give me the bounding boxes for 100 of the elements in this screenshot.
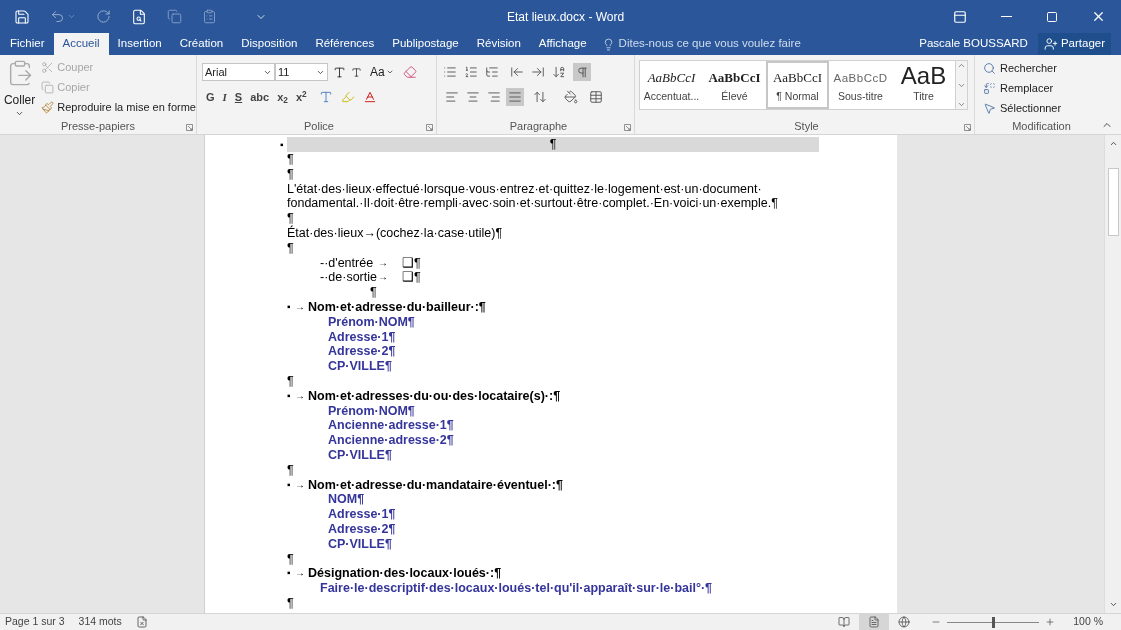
- user-name[interactable]: Pascale BOUSSARD: [919, 35, 1028, 53]
- ribbon-tab[interactable]: Publipostage: [383, 33, 468, 55]
- group-label: Police: [304, 118, 334, 134]
- undo-icon[interactable]: [50, 9, 65, 24]
- style-item[interactable]: AaBbCcD Sous-titre: [829, 61, 892, 109]
- scroll-thumb[interactable]: [1107, 168, 1119, 236]
- paragraph-text: État·des·lieux→(cochez·la·case·utile)¶: [287, 226, 503, 240]
- ribbon-tab[interactable]: Disposition: [232, 33, 307, 55]
- paragraph-text: Prénom·NOM¶: [328, 403, 415, 418]
- multilevel-list-icon[interactable]: [485, 65, 499, 79]
- paragraph-text: Adresse·2¶: [328, 521, 396, 536]
- zoom-slider[interactable]: [947, 616, 1040, 628]
- format-button[interactable]: x$^{2}$: [295, 89, 307, 106]
- list-bullet: ▪: [280, 138, 285, 152]
- dialog-launcher-icon[interactable]: [186, 124, 193, 131]
- font-color-icon[interactable]: [362, 90, 377, 105]
- paste-button[interactable]: Coller: [0, 59, 40, 118]
- clear-format-icon[interactable]: [402, 65, 417, 79]
- show-marks-button[interactable]: [573, 63, 591, 81]
- align-justify-icon: [508, 90, 522, 104]
- ribbon-tab[interactable]: Accueil: [53, 33, 109, 55]
- sort-icon[interactable]: [552, 65, 566, 79]
- page-count[interactable]: Page 1 sur 3: [5, 614, 65, 630]
- bullets-icon[interactable]: [443, 65, 457, 79]
- paragraph-text: ¶: [287, 462, 294, 477]
- ribbon-tab[interactable]: Création: [170, 33, 233, 55]
- zoom-in-icon[interactable]: [1045, 617, 1056, 627]
- numbering-icon[interactable]: [464, 65, 478, 79]
- align-center-icon: [466, 90, 480, 104]
- scroll-down-icon[interactable]: [1108, 600, 1118, 609]
- ribbon-tab[interactable]: Révision: [467, 33, 530, 55]
- print-preview-icon[interactable]: [131, 8, 147, 25]
- ribbon-tab[interactable]: Affichage: [529, 33, 596, 55]
- style-item[interactable]: AaB Titre: [892, 61, 955, 109]
- proofing-icon[interactable]: [135, 616, 148, 628]
- replace-icon: [983, 81, 996, 95]
- line-spacing-icon[interactable]: [533, 90, 547, 104]
- increase-indent-icon[interactable]: [531, 65, 545, 79]
- editing-button[interactable]: Remplacer: [983, 80, 1100, 96]
- vertical-scrollbar[interactable]: [1104, 135, 1121, 613]
- section-heading: Nom·et·adresses·du·ou·des·locataire(s)·:¶: [308, 388, 561, 404]
- tab-mark: →: [295, 477, 306, 492]
- scroll-up-icon[interactable]: [1108, 139, 1118, 148]
- decrease-indent-icon[interactable]: [510, 65, 524, 79]
- paragraph-text: CP·VILLE¶: [328, 536, 392, 551]
- word-count[interactable]: 314 mots: [78, 614, 122, 630]
- ribbon-tab[interactable]: Références: [306, 33, 384, 55]
- ribbon-tab[interactable]: Insertion: [108, 33, 171, 55]
- view-button[interactable]: [859, 614, 890, 630]
- group-label: Presse-papiers: [61, 118, 135, 134]
- clipboard-action[interactable]: Reproduire la mise en forme: [41, 99, 196, 116]
- scroll-up-icon: [957, 61, 966, 70]
- format-button[interactable]: S: [234, 89, 243, 106]
- dropdown-caret-icon[interactable]: [67, 12, 76, 21]
- style-item[interactable]: AaBbCcI Élevé: [703, 61, 766, 109]
- paragraph-text: ¶: [287, 240, 294, 255]
- gallery-scroll[interactable]: [956, 60, 968, 110]
- zoom-percent[interactable]: 100 %: [1073, 614, 1103, 630]
- shading-icon[interactable]: [564, 90, 578, 104]
- style-item[interactable]: AaBbCcI Accentuat...: [640, 61, 703, 109]
- dialog-launcher-icon[interactable]: [624, 124, 631, 131]
- change-case-button[interactable]: Aa: [370, 63, 394, 81]
- paragraph-text: fondamental.·Il·doit·être·rempli·avec·soin·et·surtout·être·complet.·En·voici·un·exemple.¶: [287, 196, 778, 211]
- style-item[interactable]: AaBbCcI ¶ Normal: [766, 61, 829, 109]
- caret-icon: [15, 109, 25, 118]
- format-button[interactable]: abc: [250, 89, 270, 106]
- align-left-icon: [445, 90, 459, 104]
- tell-me-field[interactable]: Dites-nous ce que vous voulez faire: [601, 33, 801, 55]
- book-icon: [838, 616, 851, 628]
- paragraph-text: Prénom·NOM¶: [328, 314, 415, 329]
- paragraph-text: CP·VILLE¶: [328, 447, 392, 462]
- borders-icon[interactable]: [589, 90, 603, 104]
- list-bullet: ▪: [287, 299, 292, 314]
- editing-button[interactable]: Sélectionner: [983, 100, 1100, 116]
- format-button[interactable]: I: [222, 89, 227, 106]
- font-size-field[interactable]: 11: [275, 63, 328, 81]
- grow-font-icon[interactable]: [333, 65, 346, 79]
- font-name-field[interactable]: Arial: [202, 63, 275, 81]
- scissors-icon: [41, 61, 55, 74]
- paragraph-text: ¶: [287, 166, 294, 181]
- share-button[interactable]: Partager: [1037, 33, 1111, 55]
- align-button[interactable]: [506, 88, 524, 106]
- format-button[interactable]: G: [206, 89, 215, 106]
- paragraph-text: Adresse·2¶: [328, 344, 396, 359]
- paragraph-text: CP·VILLE¶: [328, 359, 392, 374]
- dialog-launcher-icon[interactable]: [426, 124, 433, 131]
- text-effects-icon[interactable]: [318, 90, 333, 105]
- dialog-launcher-icon[interactable]: [964, 124, 971, 131]
- group-label: Paragraphe: [509, 118, 568, 134]
- shrink-font-icon[interactable]: [351, 66, 362, 78]
- page-icon: [868, 616, 881, 628]
- minimize-icon: [1000, 16, 1012, 17]
- paragraph-text: ¶: [287, 152, 294, 166]
- format-button[interactable]: x$_{2}$: [277, 89, 288, 106]
- zoom-thumb[interactable]: [992, 616, 996, 628]
- table-cell: ¶: [287, 137, 819, 152]
- tab-mark: →: [295, 566, 306, 581]
- editing-button[interactable]: Rechercher: [983, 60, 1100, 76]
- save-icon[interactable]: [14, 8, 30, 25]
- ribbon-tab[interactable]: Fichier: [1, 33, 54, 55]
